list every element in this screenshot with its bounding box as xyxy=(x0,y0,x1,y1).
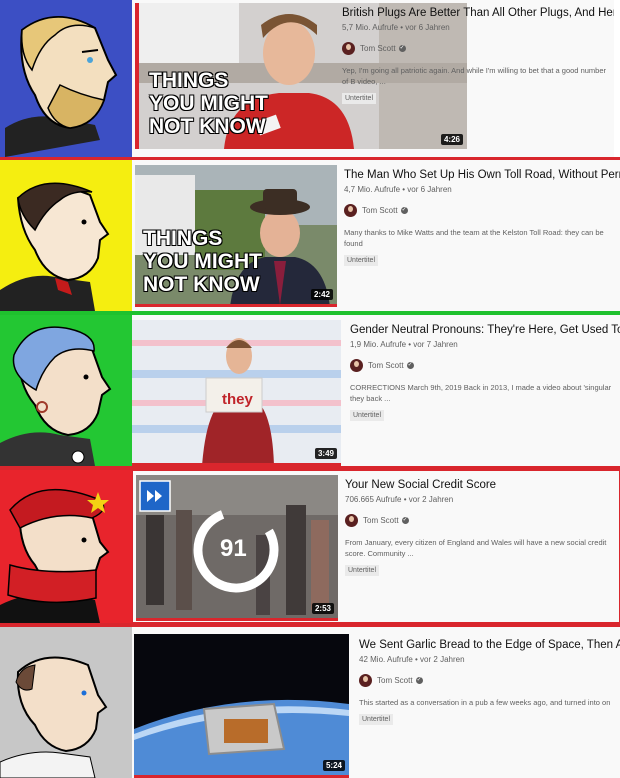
video-result-4[interactable]: 91 2:53 Your New Social Credit Score 706… xyxy=(132,470,620,623)
video-description: From January, every citizen of England a… xyxy=(345,538,607,558)
verified-icon: ✓ xyxy=(401,517,409,524)
pronoun-sign-text: they xyxy=(222,391,253,408)
businessman-chad-drawing xyxy=(0,182,110,311)
video-views: 5,7 Mio. Aufrufe • vor 6 Jahren xyxy=(342,23,450,32)
verified-icon: ✓ xyxy=(400,207,408,214)
meme-row-4: 91 2:53 Your New Social Credit Score 706… xyxy=(0,470,620,623)
channel-row[interactable]: Tom Scott ✓ xyxy=(350,359,620,372)
chad-panel-yellow xyxy=(0,160,132,311)
subtitles-badge: Untertitel xyxy=(359,714,394,725)
subtitles-badge: Untertitel xyxy=(350,410,385,421)
meme-row-1: THINGS YOU MIGHT NOT KNOW 4:26 British P… xyxy=(0,0,620,157)
channel-name[interactable]: Tom Scott xyxy=(362,206,398,215)
video-description: CORRECTIONS March 9th, 2019 Back in 2013… xyxy=(350,383,612,403)
video-title[interactable]: The Man Who Set Up His Own Toll Road, Wi… xyxy=(344,168,620,183)
video-meta: Your New Social Credit Score 706.665 Auf… xyxy=(345,478,617,577)
chad-panel-red xyxy=(0,470,132,623)
verified-icon: ✓ xyxy=(406,362,414,369)
avatar[interactable] xyxy=(359,674,372,687)
subtitles-badge: Untertitel xyxy=(342,93,377,104)
chad-panel-green xyxy=(0,315,132,466)
video-result-1[interactable]: THINGS YOU MIGHT NOT KNOW 4:26 British P… xyxy=(132,0,614,157)
channel-name[interactable]: Tom Scott xyxy=(360,44,396,53)
social-credit-score: 91 xyxy=(220,535,247,562)
avatar[interactable] xyxy=(345,514,358,527)
garlic-bread-space-scene xyxy=(134,634,349,775)
video-title[interactable]: We Sent Garlic Bread to the Edge of Spac… xyxy=(359,638,620,653)
meme-row-2: THINGS YOU MIGHT NOT KNOW 2:42 The Man W… xyxy=(0,160,620,311)
meme-row-3: they 3:49 Gender Neutral Pronouns: They'… xyxy=(0,315,620,466)
chad-panel-gray xyxy=(0,627,132,778)
blonde-chad-drawing xyxy=(5,16,118,157)
video-description: Many thanks to Mike Watts and the team a… xyxy=(344,228,604,248)
duration-badge: 4:26 xyxy=(440,134,463,145)
verified-icon: ✓ xyxy=(398,45,406,52)
verified-icon: ✓ xyxy=(415,677,423,684)
video-result-5[interactable]: 5:24 We Sent Garlic Bread to the Edge of… xyxy=(132,627,620,778)
video-meta: Gender Neutral Pronouns: They're Here, G… xyxy=(350,323,620,422)
video-title[interactable]: British Plugs Are Better Than All Other … xyxy=(342,6,614,21)
video-views: 1,9 Mio. Aufrufe • vor 7 Jahren xyxy=(350,340,458,349)
blue-hair-chad-drawing xyxy=(0,326,112,466)
avatar[interactable] xyxy=(342,42,355,55)
video-description: Yep, I'm going all patriotic again. And … xyxy=(342,66,606,86)
meme-row-5: 5:24 We Sent Garlic Bread to the Edge of… xyxy=(0,627,620,778)
video-title[interactable]: Your New Social Credit Score xyxy=(345,478,617,493)
video-description: This started as a conversation in a pub … xyxy=(359,698,611,707)
video-thumbnail[interactable]: 91 2:53 xyxy=(136,475,338,621)
channel-name[interactable]: Tom Scott xyxy=(363,516,399,525)
video-meta: We Sent Garlic Bread to the Edge of Spac… xyxy=(359,638,620,726)
channel-row[interactable]: Tom Scott ✓ xyxy=(359,674,620,687)
video-views: 706.665 Aufrufe • vor 2 Jahren xyxy=(345,495,454,504)
video-thumbnail[interactable]: they 3:49 xyxy=(132,320,341,466)
channel-row[interactable]: Tom Scott ✓ xyxy=(344,204,620,217)
video-thumbnail[interactable]: THINGS YOU MIGHT NOT KNOW 2:42 xyxy=(135,165,337,307)
subtitles-badge: Untertitel xyxy=(344,255,379,266)
channel-row[interactable]: Tom Scott ✓ xyxy=(342,42,614,55)
duration-badge: 2:53 xyxy=(311,603,334,614)
video-views: 42 Mio. Aufrufe • vor 2 Jahren xyxy=(359,655,465,664)
video-meta: British Plugs Are Better Than All Other … xyxy=(342,6,614,105)
avatar[interactable] xyxy=(344,204,357,217)
video-meta: The Man Who Set Up His Own Toll Road, Wi… xyxy=(344,168,620,267)
channel-row[interactable]: Tom Scott ✓ xyxy=(345,514,617,527)
video-thumbnail[interactable]: 5:24 xyxy=(134,634,349,778)
thumbnail-overlay-text: THINGS YOU MIGHT NOT KNOW xyxy=(143,227,262,296)
video-result-3[interactable]: they 3:49 Gender Neutral Pronouns: They'… xyxy=(132,315,620,466)
channel-name[interactable]: Tom Scott xyxy=(377,676,413,685)
avatar[interactable] xyxy=(350,359,363,372)
duration-badge: 3:49 xyxy=(314,448,337,459)
video-result-2[interactable]: THINGS YOU MIGHT NOT KNOW 2:42 The Man W… xyxy=(132,160,620,311)
video-views: 4,7 Mio. Aufrufe • vor 6 Jahren xyxy=(344,185,452,194)
video-title[interactable]: Gender Neutral Pronouns: They're Here, G… xyxy=(350,323,620,338)
bald-chad-drawing xyxy=(0,656,108,778)
chad-panel-blue xyxy=(0,0,132,157)
subtitles-badge: Untertitel xyxy=(345,565,380,576)
thumbnail-overlay-text: THINGS YOU MIGHT NOT KNOW xyxy=(149,69,268,138)
channel-name[interactable]: Tom Scott xyxy=(368,361,404,370)
duration-badge: 2:42 xyxy=(310,289,333,300)
beret-chad-drawing xyxy=(0,488,110,623)
duration-badge: 5:24 xyxy=(322,760,345,771)
